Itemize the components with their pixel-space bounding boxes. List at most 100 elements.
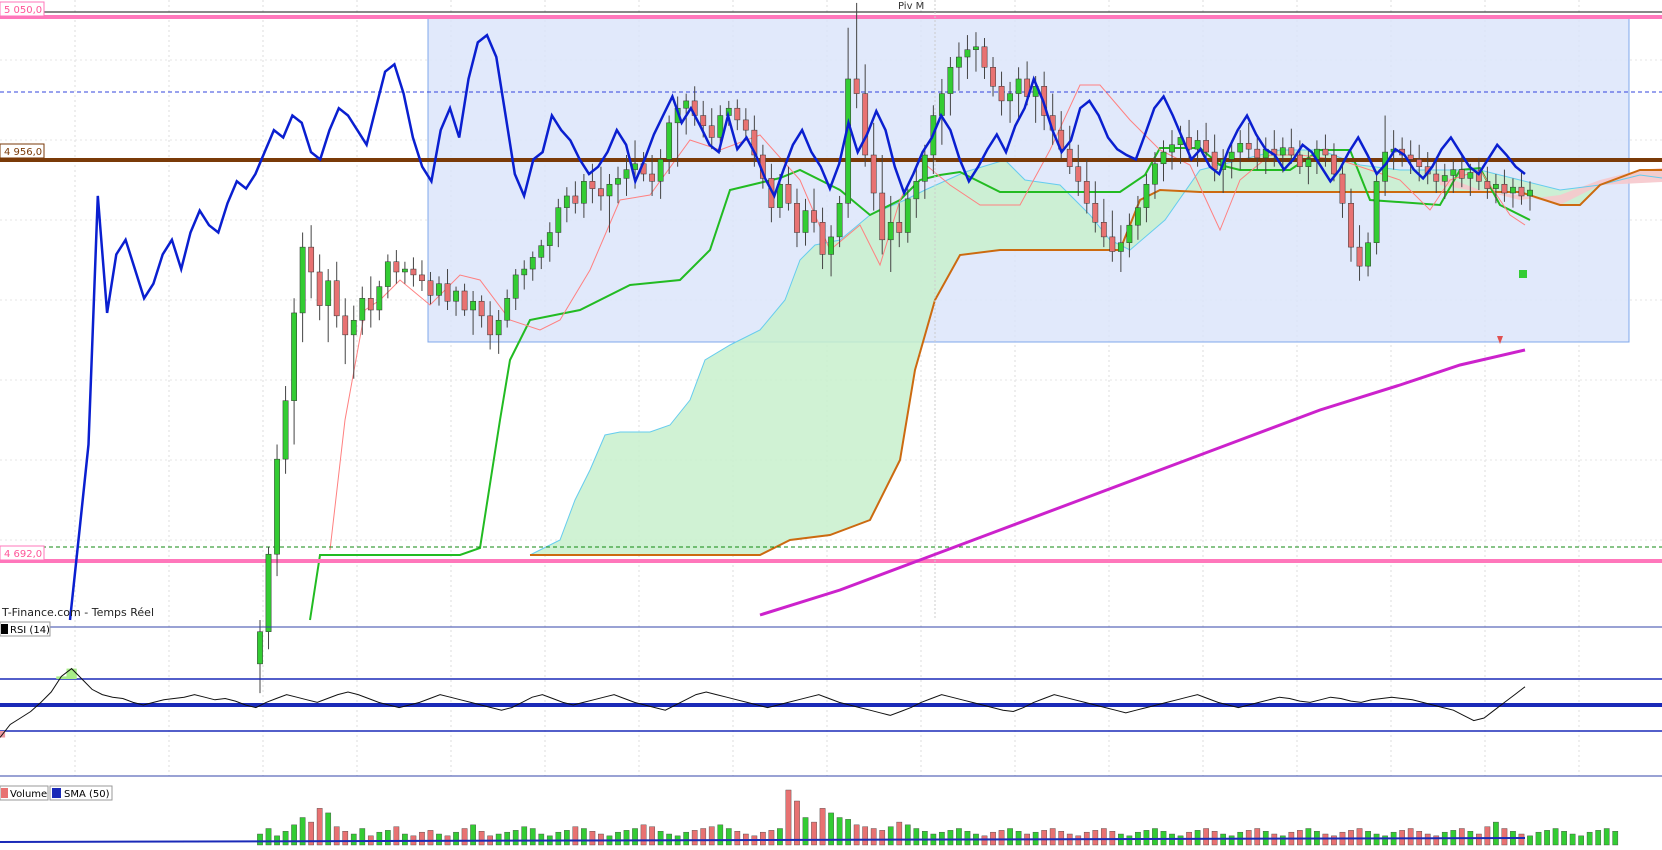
- volume-bar: [1049, 828, 1056, 846]
- volume-bar: [1501, 828, 1508, 846]
- candle-body: [410, 268, 417, 276]
- candle-body: [1279, 147, 1286, 156]
- candle-body: [555, 207, 562, 233]
- candle-body: [1228, 151, 1235, 160]
- candle-body: [1458, 169, 1465, 179]
- candle-body: [1169, 144, 1175, 153]
- candle-body: [615, 178, 621, 185]
- candle-body: [504, 298, 511, 321]
- candle-body: [402, 268, 408, 273]
- candle-body: [990, 67, 996, 87]
- volume-bar: [1493, 821, 1499, 846]
- candle-body: [1339, 173, 1346, 204]
- candle-body: [495, 319, 502, 336]
- candle-body: [794, 203, 800, 233]
- volume-bar: [316, 808, 323, 846]
- volume-sma-legend-swatch: [52, 788, 61, 798]
- volume-bar: [1100, 828, 1107, 846]
- candle-body: [896, 222, 903, 233]
- volume-bar: [1058, 831, 1065, 846]
- volume-bar: [691, 830, 698, 846]
- volume-bar: [470, 824, 476, 846]
- volume-bar: [615, 831, 621, 846]
- volume-bar: [623, 830, 630, 846]
- candle-body: [956, 56, 962, 68]
- candle-body: [973, 46, 979, 50]
- candle-body: [1152, 163, 1158, 185]
- candle-body: [1467, 172, 1474, 179]
- volume-bar: [1143, 830, 1150, 846]
- volume-bar: [1561, 831, 1567, 846]
- candle-body: [1015, 78, 1022, 94]
- resistance-label: 4 956,0: [4, 147, 42, 158]
- candle-body: [291, 312, 297, 401]
- volume-bar: [538, 833, 545, 846]
- candle-body: [1484, 181, 1491, 189]
- candle-body: [734, 107, 741, 121]
- candle-body: [308, 246, 315, 273]
- candle-body: [1441, 175, 1448, 182]
- candle-body: [1407, 154, 1414, 160]
- volume-bar: [589, 831, 596, 846]
- candle-body: [1160, 151, 1167, 165]
- rsi-legend-swatch: [1, 624, 8, 634]
- candle-body: [700, 115, 707, 127]
- candle-body: [921, 154, 928, 182]
- candle-body: [981, 46, 988, 68]
- volume-bar: [1433, 835, 1440, 846]
- volume-bar: [385, 830, 391, 846]
- candle-body: [1305, 159, 1312, 167]
- candle-body: [904, 198, 911, 233]
- volume-bar: [564, 830, 570, 846]
- volume-bar: [359, 828, 366, 846]
- rsi-legend-label: RSI (14): [10, 625, 50, 636]
- main-price-panel: [0, 0, 1662, 777]
- volume-bar: [1518, 833, 1525, 846]
- candle-body: [342, 315, 349, 336]
- candle-body: [1348, 203, 1354, 248]
- volume-bar: [845, 819, 851, 846]
- candle-body: [581, 181, 587, 204]
- candle-body: [546, 232, 553, 246]
- candle-body: [350, 319, 357, 336]
- candle-body: [1510, 186, 1516, 194]
- candle-body: [1450, 169, 1457, 176]
- candle-body: [1143, 183, 1150, 208]
- volume-bar: [1305, 828, 1312, 846]
- candle-body: [1254, 148, 1261, 159]
- candle-body: [461, 290, 468, 311]
- volume-bar: [402, 833, 408, 846]
- candle-body: [572, 195, 579, 204]
- volume-bar: [640, 824, 647, 846]
- candle-body: [512, 274, 519, 299]
- candle-body: [1126, 224, 1133, 243]
- candle-body: [384, 261, 391, 287]
- volume-bar: [1279, 835, 1286, 846]
- volume-bar: [708, 826, 715, 846]
- volume-bar: [342, 831, 349, 846]
- volume-bar: [1126, 835, 1133, 846]
- pivot-marker-label: Piv M: [898, 1, 924, 12]
- volume-bar: [862, 826, 869, 846]
- volume-bar: [453, 831, 459, 846]
- candle-body: [870, 154, 877, 194]
- volume-legend-swatch: [1, 788, 8, 798]
- volume-bar: [572, 826, 579, 846]
- volume-bar: [1177, 835, 1184, 846]
- volume-bar: [1569, 833, 1576, 846]
- candle-body: [947, 67, 954, 94]
- candle-body: [1493, 183, 1499, 189]
- candle-body: [998, 86, 1005, 102]
- volume-bar: [1458, 828, 1465, 846]
- candle-body: [333, 280, 340, 317]
- volume-bar: [419, 831, 425, 846]
- volume-panel: [0, 789, 1619, 846]
- price-chart-svg: 5 050,0 4 956,0 4 692,0 Piv M T-Finance.…: [0, 0, 1662, 846]
- volume-legend-label: Volume: [10, 789, 47, 800]
- candle-body: [1501, 183, 1508, 194]
- candle-body: [1194, 140, 1201, 150]
- volume-bar: [1228, 835, 1235, 846]
- volume-bar: [1544, 830, 1550, 846]
- volume-bar: [956, 828, 962, 846]
- candle-body: [444, 283, 451, 302]
